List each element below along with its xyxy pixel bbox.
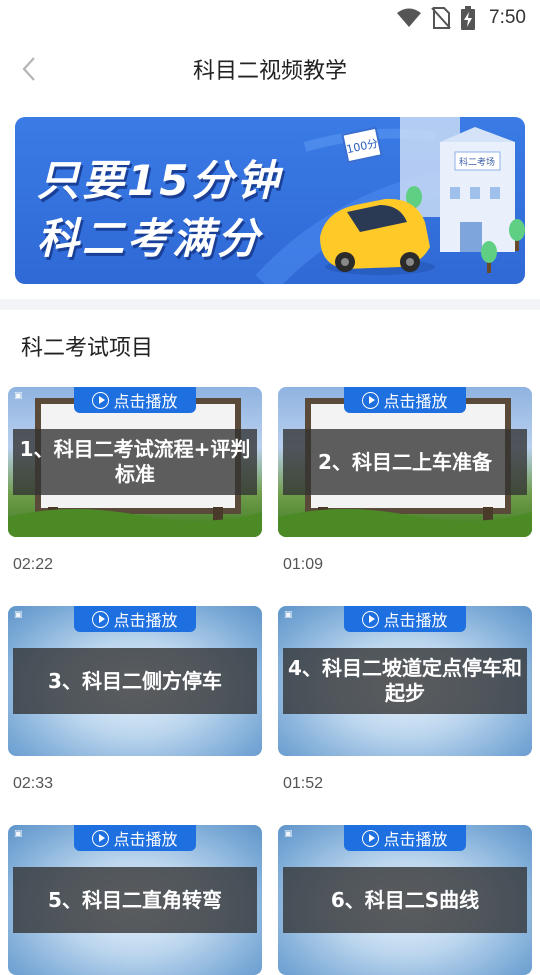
play-button[interactable]: 点击播放 (74, 825, 196, 851)
play-button[interactable]: 点击播放 (344, 606, 466, 632)
video-title: 1、科目二考试流程+评判标准 (13, 429, 257, 495)
play-icon (362, 391, 380, 409)
play-button[interactable]: 点击播放 (344, 387, 466, 413)
video-card[interactable]: ▣ 点击播放 1、科目二考试流程+评判标准 (8, 387, 262, 537)
brand-watermark-icon: ▣ (284, 610, 293, 620)
brand-watermark-icon: ▣ (14, 610, 23, 620)
play-label: 点击播放 (383, 611, 448, 630)
play-button[interactable]: 点击播放 (344, 825, 466, 851)
play-label: 点击播放 (113, 830, 178, 849)
video-card[interactable]: ▣ 点击播放 6、科目二S曲线 (278, 825, 532, 975)
video-card[interactable]: ▣ 点击播放 3、科目二侧方停车 (8, 606, 262, 756)
video-duration: 02:22 (13, 556, 54, 573)
video-title: 4、科目二坡道定点停车和起步 (283, 648, 527, 714)
play-label: 点击播放 (113, 392, 178, 411)
play-icon (362, 610, 380, 628)
play-label: 点击播放 (383, 392, 448, 411)
video-title: 2、科目二上车准备 (283, 429, 527, 495)
video-title: 5、科目二直角转弯 (13, 867, 257, 933)
brand-watermark-icon: ▣ (284, 829, 293, 839)
play-button[interactable]: 点击播放 (74, 606, 196, 632)
play-label: 点击播放 (383, 830, 448, 849)
video-duration: 01:09 (283, 556, 324, 573)
video-grid: ▣ 点击播放 1、科目二考试流程+评判标准 02:22 点击播放 2、科目二上车… (0, 0, 540, 975)
play-icon (362, 829, 380, 847)
video-title: 6、科目二S曲线 (283, 867, 527, 933)
play-icon (92, 391, 110, 409)
brand-watermark-icon: ▣ (14, 391, 23, 401)
play-icon (92, 829, 110, 847)
video-title: 3、科目二侧方停车 (13, 648, 257, 714)
video-card[interactable]: ▣ 点击播放 4、科目二坡道定点停车和起步 (278, 606, 532, 756)
video-card[interactable]: ▣ 点击播放 5、科目二直角转弯 (8, 825, 262, 975)
play-icon (92, 610, 110, 628)
brand-watermark-icon: ▣ (14, 829, 23, 839)
play-label: 点击播放 (113, 611, 178, 630)
play-button[interactable]: 点击播放 (74, 387, 196, 413)
video-duration: 01:52 (283, 775, 324, 792)
video-card[interactable]: 点击播放 2、科目二上车准备 (278, 387, 532, 537)
video-duration: 02:33 (13, 775, 54, 792)
